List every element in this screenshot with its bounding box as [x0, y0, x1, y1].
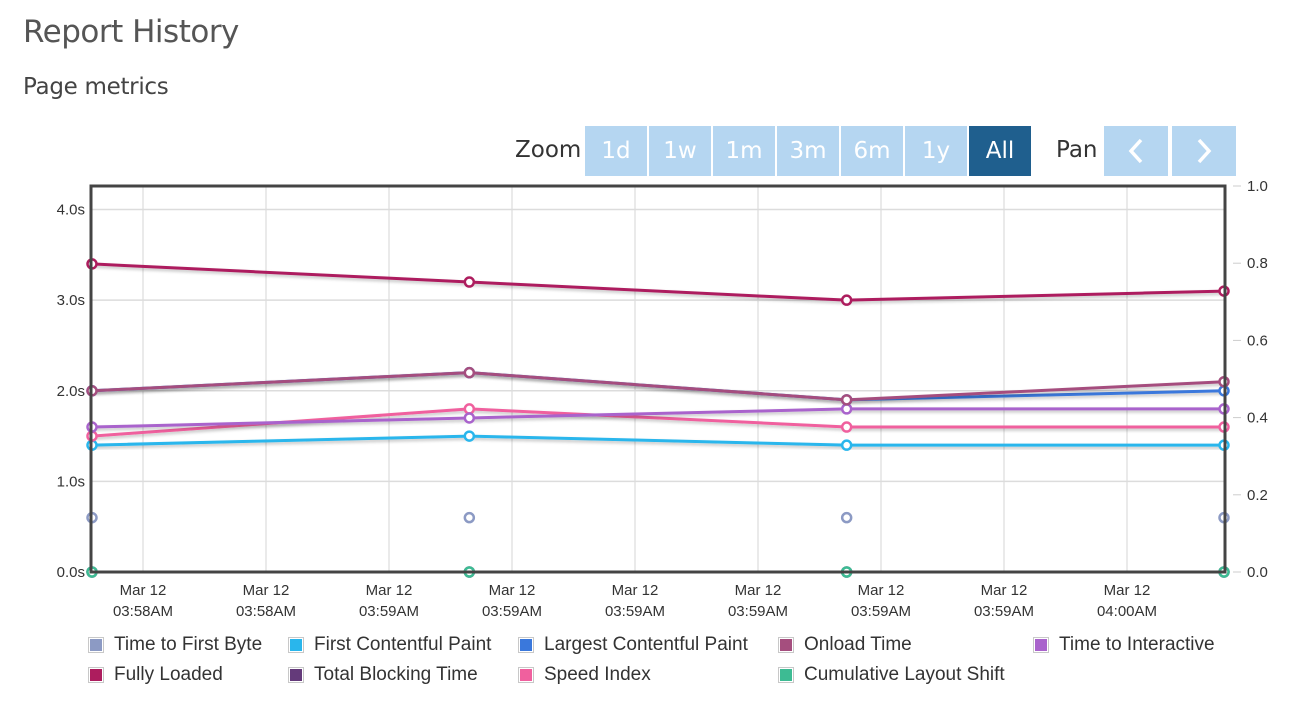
legend-item-total-blocking-time[interactable]: Total Blocking Time — [288, 664, 478, 686]
legend-label: Cumulative Layout Shift — [804, 664, 1005, 685]
plot-frame — [89, 184, 1227, 574]
y-right-tick-label: 0.4 — [1247, 410, 1268, 427]
data-point-time-to-first-byte[interactable] — [840, 511, 853, 524]
y-right-tick-label: 1.0 — [1247, 178, 1268, 195]
series-layer — [86, 258, 1230, 578]
x-tick-label-date: Mar 12 — [612, 582, 659, 599]
x-tick-label-time: 03:59AM — [851, 603, 911, 620]
y-left-tick-label: 3.0s — [57, 292, 85, 309]
legend-label: Total Blocking Time — [314, 664, 478, 685]
legend-swatch — [88, 637, 104, 653]
x-tick-label-date: Mar 12 — [489, 582, 536, 599]
data-point-onload-time[interactable] — [463, 366, 476, 379]
legend-item-largest-contentful-paint[interactable]: Largest Contentful Paint — [518, 634, 748, 656]
x-tick-label-time: 03:58AM — [236, 603, 296, 620]
y-right-tick-label: 0.8 — [1247, 255, 1268, 272]
legend-swatch — [88, 667, 104, 683]
y-left-tick-label: 4.0s — [57, 202, 85, 219]
x-tick-label-date: Mar 12 — [243, 582, 290, 599]
legend-label: Largest Contentful Paint — [544, 634, 748, 655]
series-fully-loaded — [86, 258, 1230, 306]
x-tick-label-time: 04:00AM — [1097, 603, 1157, 620]
x-tick-label-time: 03:59AM — [605, 603, 665, 620]
data-point-speed-index[interactable] — [463, 403, 476, 415]
legend-label: Time to Interactive — [1059, 634, 1215, 655]
legend-item-speed-index[interactable]: Speed Index — [518, 664, 651, 686]
legend-item-first-contentful-paint[interactable]: First Contentful Paint — [288, 634, 491, 656]
series-onload-time — [86, 366, 1230, 406]
x-axis: Mar 12 03:58AM Mar 12 03:58AM Mar 12 03:59AM M… — [113, 582, 1157, 620]
y-right-tick-label: 0.2 — [1247, 487, 1268, 504]
legend-item-cumulative-layout-shift[interactable]: Cumulative Layout Shift — [778, 664, 1005, 686]
legend-swatch — [518, 667, 534, 683]
x-tick-label-date: Mar 12 — [120, 582, 167, 599]
data-point-time-to-interactive[interactable] — [840, 403, 853, 415]
series-line-first-contentful-paint[interactable] — [91, 434, 1224, 447]
series-line-fully-loaded[interactable] — [91, 262, 1225, 302]
legend-label: Speed Index — [544, 664, 651, 685]
legend-label: Time to First Byte — [114, 634, 263, 655]
x-tick-label-date: Mar 12 — [1104, 582, 1151, 599]
x-tick-label-date: Mar 12 — [366, 582, 413, 599]
legend-item-time-to-first-byte[interactable]: Time to First Byte — [88, 634, 262, 656]
y-axis-right: 0.0 0.2 0.4 0.6 0.8 1.0 — [1233, 178, 1268, 581]
legend-item-time-to-interactive[interactable]: Time to Interactive — [1033, 634, 1215, 656]
data-point-first-contentful-paint[interactable] — [840, 439, 853, 451]
y-axis-left: 0.0s 1.0s 2.0s 3.0s 4.0s — [57, 202, 85, 581]
data-point-onload-time[interactable] — [840, 394, 853, 406]
x-tick-label-time: 03:58AM — [113, 603, 173, 620]
legend-swatch — [778, 667, 794, 683]
legend-swatch — [518, 637, 534, 653]
x-tick-label-time: 03:59AM — [359, 603, 419, 620]
legend-label: First Contentful Paint — [314, 634, 492, 655]
legend-label: Fully Loaded — [114, 664, 223, 685]
series-first-contentful-paint — [86, 430, 1230, 451]
data-point-speed-index[interactable] — [840, 421, 853, 433]
x-tick-label-time: 03:59AM — [974, 603, 1034, 620]
series-time-to-first-byte — [86, 511, 1230, 524]
y-right-tick-label: 0.6 — [1247, 332, 1268, 349]
legend-item-fully-loaded[interactable]: Fully Loaded — [88, 664, 223, 686]
legend-item-onload-time[interactable]: Onload Time — [778, 634, 912, 656]
x-tick-label-time: 03:59AM — [482, 603, 542, 620]
y-left-tick-label: 1.0s — [57, 473, 85, 490]
x-tick-label-time: 03:59AM — [728, 603, 788, 620]
y-left-tick-label: 0.0s — [57, 564, 85, 581]
legend-swatch — [288, 637, 304, 653]
data-point-fully-loaded[interactable] — [463, 276, 476, 288]
x-tick-label-date: Mar 12 — [981, 582, 1028, 599]
legend-label: Onload Time — [804, 634, 912, 655]
legend-swatch — [778, 637, 794, 653]
data-point-first-contentful-paint[interactable] — [463, 430, 476, 442]
data-point-fully-loaded[interactable] — [840, 294, 853, 306]
grid — [91, 186, 1225, 573]
data-point-time-to-first-byte[interactable] — [463, 511, 476, 524]
data-point-time-to-interactive[interactable] — [463, 412, 476, 424]
line-chart: 0.0s1.0s2.0s3.0s4.0s 0.00.20.40.60.81.0 … — [57, 178, 1268, 620]
y-left-tick-label: 2.0s — [57, 383, 85, 400]
legend-swatch — [288, 667, 304, 683]
x-tick-label-date: Mar 12 — [858, 582, 905, 599]
x-tick-label-date: Mar 12 — [735, 582, 782, 599]
legend-swatch — [1033, 637, 1049, 653]
y-right-tick-label: 0.0 — [1247, 564, 1268, 581]
